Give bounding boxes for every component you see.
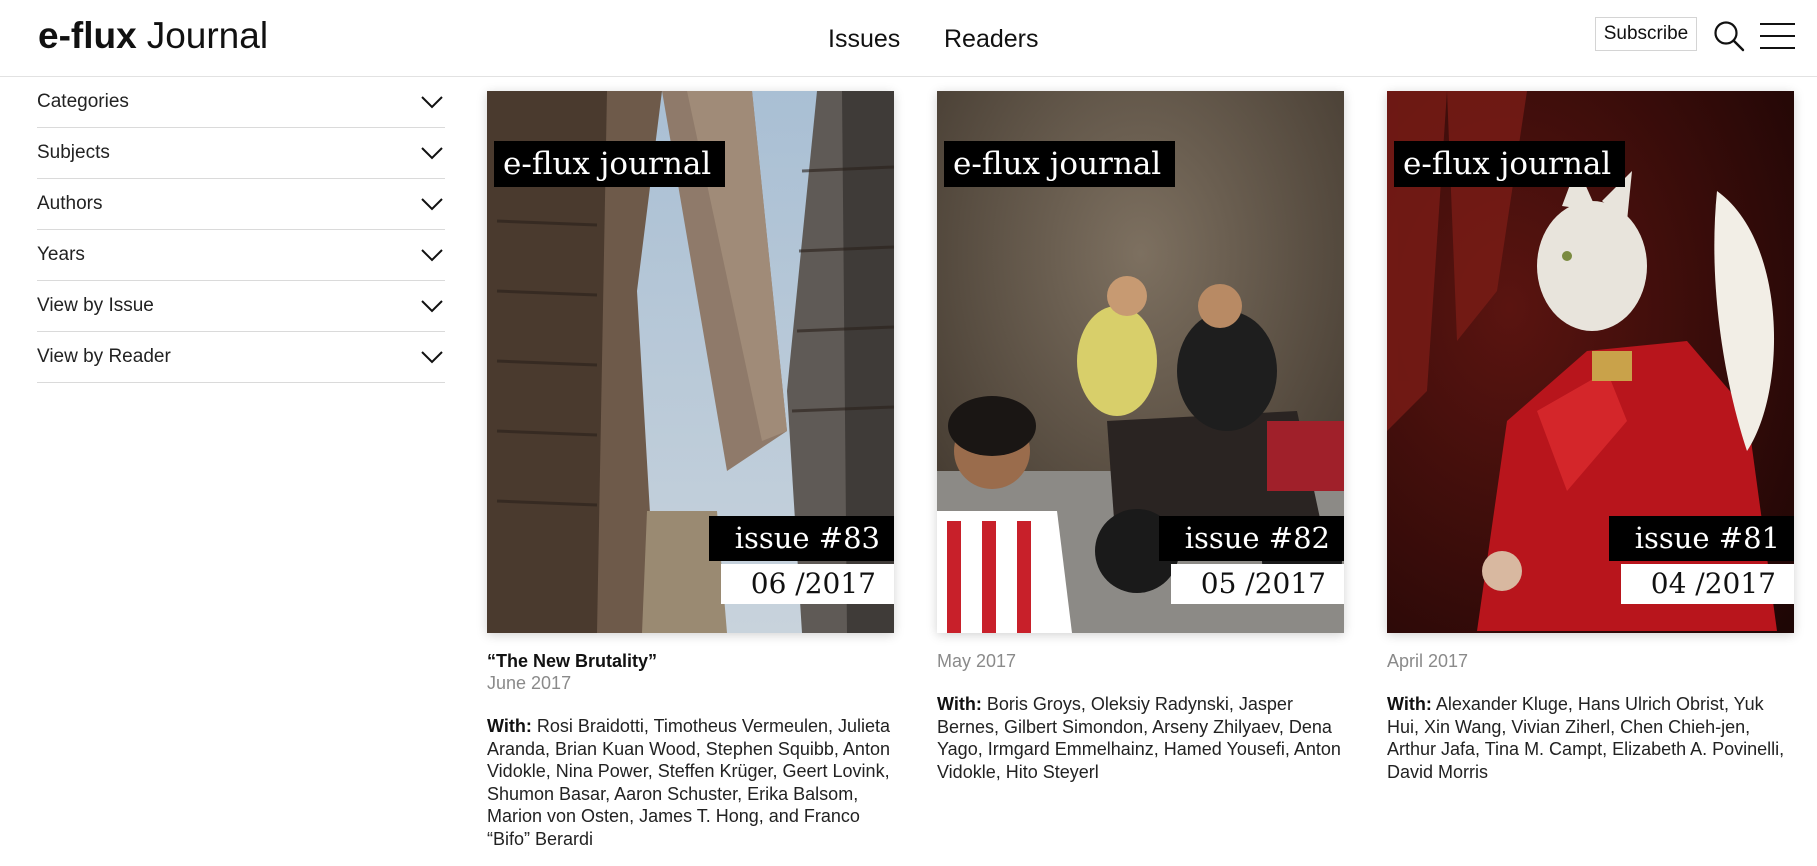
- filter-authors[interactable]: Authors: [37, 179, 445, 230]
- filter-view-by-reader[interactable]: View by Reader: [37, 332, 445, 383]
- nav-readers-link[interactable]: Readers: [944, 24, 1039, 54]
- issue-card: e-flux journal issue #81 04 /2017 April …: [1387, 91, 1794, 783]
- filter-label: Years: [37, 244, 85, 265]
- filter-sidebar: Categories Subjects Authors Years View b…: [37, 77, 445, 383]
- cover-title: e-flux journal: [494, 141, 726, 187]
- issue-date: May 2017: [937, 651, 1017, 671]
- filter-label: Authors: [37, 193, 103, 214]
- chevron-down-icon[interactable]: [421, 299, 443, 313]
- with-label: With:: [487, 716, 532, 736]
- chevron-down-icon[interactable]: [421, 95, 443, 109]
- hamburger-menu-icon[interactable]: [1760, 21, 1795, 51]
- chevron-down-icon[interactable]: [421, 350, 443, 364]
- filter-label: View by Issue: [37, 295, 154, 316]
- search-icon[interactable]: [1713, 20, 1745, 52]
- contributor-names: Rosi Braidotti, Timotheus Vermeulen, Jul…: [487, 716, 891, 849]
- issue-cover[interactable]: e-flux journal issue #81 04 /2017: [1387, 91, 1794, 633]
- cover-title: e-flux journal: [944, 141, 1176, 187]
- logo-sub: Journal: [146, 15, 269, 56]
- filter-label: View by Reader: [37, 346, 171, 367]
- filter-view-by-issue[interactable]: View by Issue: [37, 281, 445, 332]
- cover-title: e-flux journal: [1394, 141, 1626, 187]
- contributors: With: Rosi Braidotti, Timotheus Vermeule…: [487, 715, 894, 850]
- issue-date-badge: 04 /2017: [1620, 564, 1794, 604]
- issue-cover[interactable]: e-flux journal issue #82 05 /2017: [937, 91, 1344, 633]
- contributor-names: Boris Groys, Oleksiy Radynski, Jasper Be…: [937, 694, 1341, 782]
- filter-subjects[interactable]: Subjects: [37, 128, 445, 179]
- issue-number: issue #81: [1608, 516, 1794, 561]
- issue-cover[interactable]: e-flux journal issue #83 06 /2017: [487, 91, 894, 633]
- issue-number: issue #82: [1158, 516, 1344, 561]
- issue-title[interactable]: “The New Brutality”: [487, 650, 894, 672]
- filter-categories[interactable]: Categories: [37, 77, 445, 128]
- subscribe-button[interactable]: Subscribe: [1595, 17, 1697, 51]
- issue-number: issue #83: [708, 516, 894, 561]
- issue-card: e-flux journal issue #83 06 /2017 “The N…: [487, 91, 894, 850]
- contributors: With: Boris Groys, Oleksiy Radynski, Jas…: [937, 693, 1344, 783]
- chevron-down-icon[interactable]: [421, 146, 443, 160]
- issue-date: April 2017: [1387, 651, 1469, 671]
- chevron-down-icon[interactable]: [421, 248, 443, 262]
- with-label: With:: [1387, 694, 1432, 714]
- issue-date: June 2017: [487, 673, 572, 693]
- contributor-names: Alexander Kluge, Hans Ulrich Obrist, Yuk…: [1387, 694, 1785, 782]
- logo-brand: e-flux: [38, 15, 137, 56]
- filter-label: Categories: [37, 91, 129, 112]
- chevron-down-icon[interactable]: [421, 197, 443, 211]
- site-header: e-flux Journal Issues Readers Subscribe: [0, 0, 1817, 77]
- issue-card: e-flux journal issue #82 05 /2017 May 20…: [937, 91, 1344, 783]
- issue-date-badge: 05 /2017: [1170, 564, 1344, 604]
- site-logo[interactable]: e-flux Journal: [38, 14, 268, 58]
- filter-label: Subjects: [37, 142, 110, 163]
- nav-issues-link[interactable]: Issues: [828, 24, 900, 54]
- filter-years[interactable]: Years: [37, 230, 445, 281]
- with-label: With:: [937, 694, 982, 714]
- contributors: With: Alexander Kluge, Hans Ulrich Obris…: [1387, 693, 1794, 783]
- issue-date-badge: 06 /2017: [720, 564, 894, 604]
